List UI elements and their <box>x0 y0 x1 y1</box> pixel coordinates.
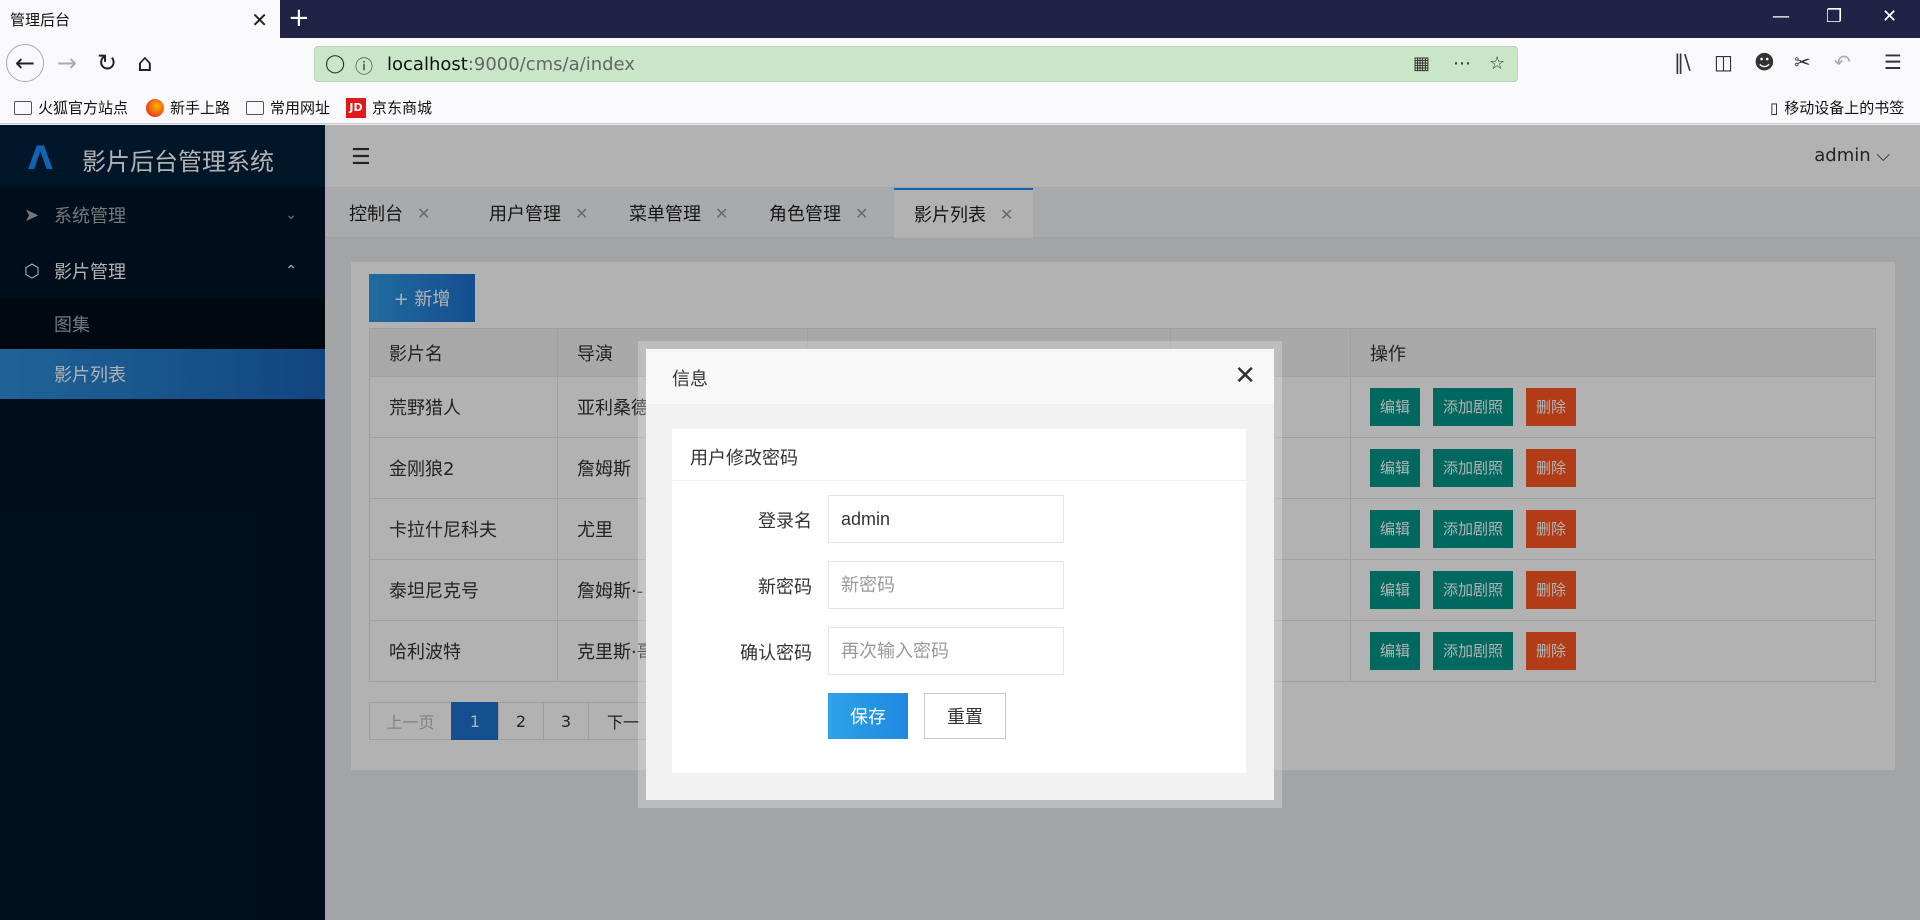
change-password-dialog: 信息 ✕ 用户修改密码 登录名 新密码 确认密码 保存 重置 <box>646 349 1274 800</box>
sidebar-toggle-icon[interactable]: ◫ <box>1714 50 1733 74</box>
password-form-card: 用户修改密码 登录名 新密码 确认密码 保存 重置 <box>672 429 1246 773</box>
confirm-password-field[interactable] <box>828 627 1064 675</box>
restore-icon[interactable]: ❐ <box>1826 6 1842 27</box>
dialog-body: 用户修改密码 登录名 新密码 确认密码 保存 重置 <box>646 405 1274 800</box>
home-button[interactable]: ⌂ <box>126 44 164 82</box>
shield-icon: ◯ <box>325 53 346 74</box>
save-button[interactable]: 保存 <box>828 693 908 739</box>
close-icon[interactable]: ✕ <box>1234 361 1256 391</box>
url-text: localhost:9000/cms/a/index <box>387 54 635 75</box>
login-name-label: 登录名 <box>758 511 812 532</box>
reset-button[interactable]: 重置 <box>924 693 1006 739</box>
bookmark-common-sites[interactable]: 常用网址 <box>246 97 330 118</box>
jd-icon: JD <box>346 97 366 118</box>
reload-icon: ↻ <box>96 49 118 77</box>
arrow-right-icon: → <box>56 49 78 77</box>
new-tab-button[interactable]: + <box>288 4 310 32</box>
more-icon[interactable]: ⋯ <box>1453 53 1471 74</box>
qr-code-icon[interactable]: ▦ <box>1413 53 1430 74</box>
back-button[interactable]: ← <box>6 44 44 82</box>
menu-icon[interactable]: ☰ <box>1884 50 1902 74</box>
home-icon: ⌂ <box>137 49 153 77</box>
card-title: 用户修改密码 <box>672 429 1246 481</box>
arrow-left-icon: ← <box>14 49 36 77</box>
bookmark-firefox-site[interactable]: 火狐官方站点 <box>14 97 128 118</box>
login-name-field[interactable] <box>828 495 1064 543</box>
browser-navbar: ← → ↻ ⌂ ◯ ⓘ localhost:9000/cms/a/index ▦… <box>0 38 1920 90</box>
folder-icon <box>246 100 264 115</box>
firefox-icon <box>146 98 164 117</box>
forward-button[interactable]: → <box>48 44 86 82</box>
info-icon[interactable]: ⓘ <box>355 53 373 79</box>
new-password-field[interactable] <box>828 561 1064 609</box>
bookmark-jd[interactable]: JD 京东商城 <box>346 97 432 118</box>
account-icon[interactable]: ☻ <box>1754 50 1775 74</box>
minimize-icon[interactable]: — <box>1772 6 1790 27</box>
browser-titlebar: 管理后台 ✕ + — ❐ ✕ <box>0 0 1920 38</box>
confirm-password-label: 确认密码 <box>740 643 812 664</box>
new-password-label: 新密码 <box>758 577 812 598</box>
window-close-icon[interactable]: ✕ <box>1882 6 1897 27</box>
mobile-icon: ▯ <box>1770 98 1779 117</box>
dialog-header: 信息 ✕ <box>646 349 1274 405</box>
bookmark-mobile[interactable]: ▯ 移动设备上的书签 <box>1770 97 1904 118</box>
undo-icon[interactable]: ↶ <box>1834 50 1851 74</box>
browser-tab-title: 管理后台 <box>10 10 71 29</box>
star-icon[interactable]: ☆ <box>1489 53 1505 74</box>
bookmarks-bar: 火狐官方站点 新手上路 常用网址 JD 京东商城 ▯ 移动设备上的书签 <box>0 90 1920 124</box>
dialog-title: 信息 <box>672 369 708 390</box>
address-bar[interactable]: ◯ ⓘ localhost:9000/cms/a/index ▦ ⋯ ☆ <box>314 46 1518 82</box>
close-tab-icon[interactable]: ✕ <box>251 8 268 32</box>
screenshot-icon[interactable]: ✂ <box>1794 50 1811 74</box>
library-icon[interactable]: ‖\ <box>1674 50 1691 74</box>
bookmark-getting-started[interactable]: 新手上路 <box>146 97 230 118</box>
browser-tab[interactable]: 管理后台 ✕ <box>0 0 280 38</box>
reload-button[interactable]: ↻ <box>88 44 126 82</box>
folder-icon <box>14 100 32 115</box>
